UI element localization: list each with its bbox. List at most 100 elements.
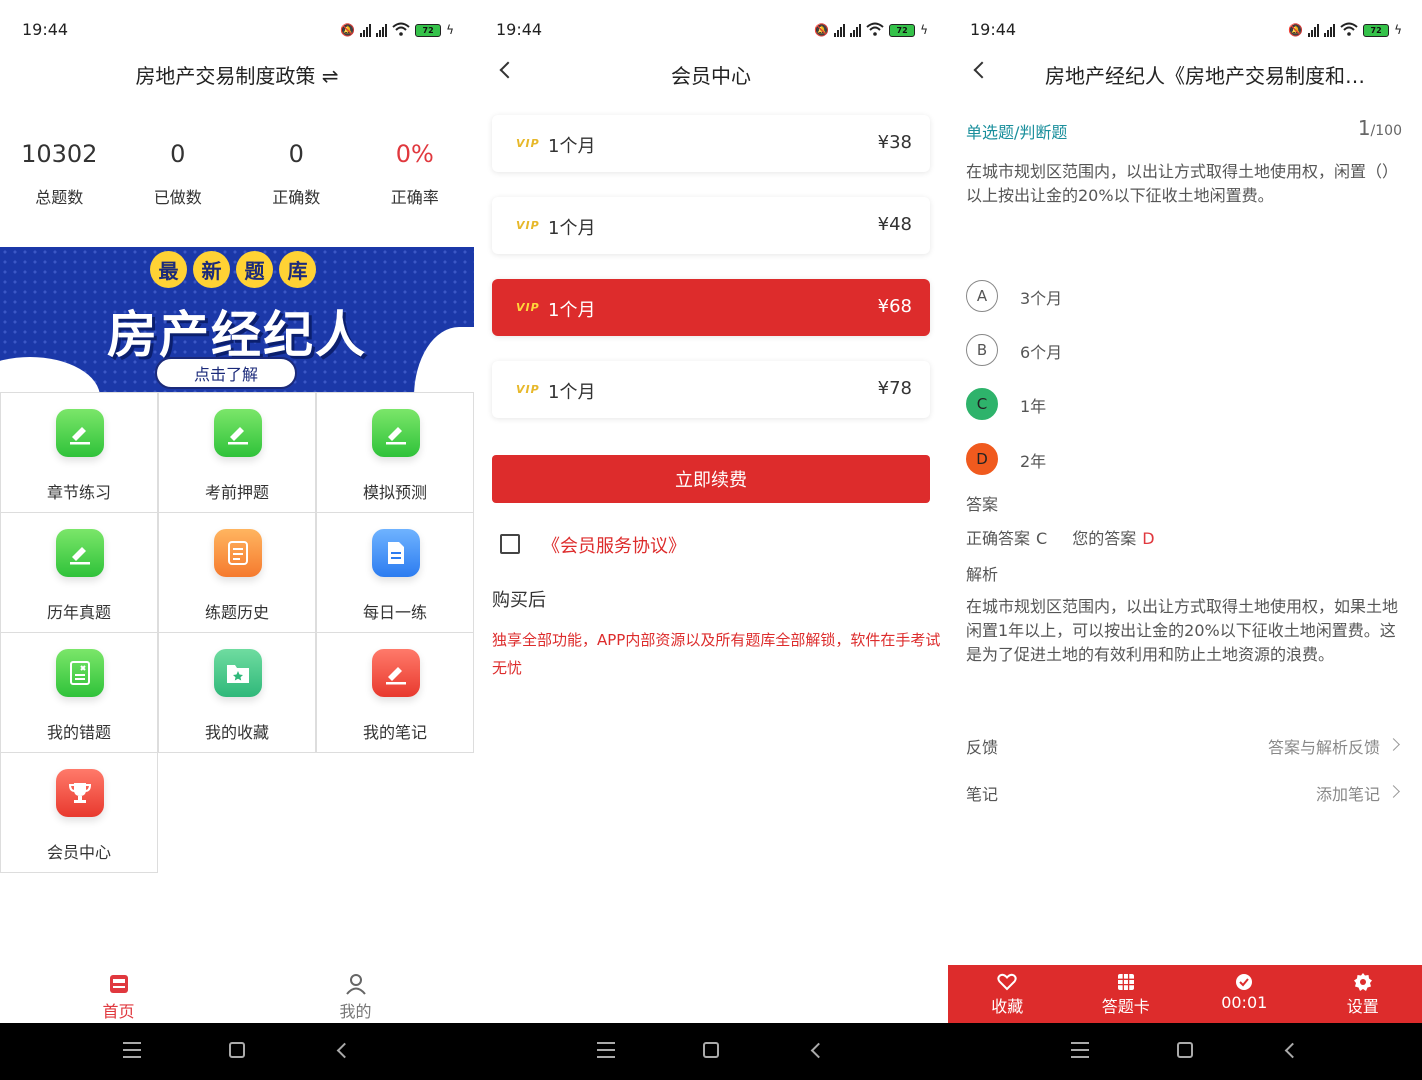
answer-card-label: 答题卡 <box>1101 997 1150 1016</box>
tab-home[interactable]: 首页 <box>0 960 237 1022</box>
stat-value: 0 <box>288 140 304 168</box>
feedback-row[interactable]: 反馈 答案与解析反馈 <box>966 730 1402 760</box>
plan-price: ¥38 <box>877 132 912 153</box>
vip-badge: VIP <box>516 137 540 150</box>
tab-mine[interactable]: 我的 <box>237 960 474 1022</box>
question-text: 在城市规划区范围内，以出让方式取得土地使用权，闲置（）以上按出让金的20%以下征… <box>966 162 1399 205</box>
grid-item-label: 考前押题 <box>204 483 269 502</box>
question-total: /100 <box>1370 123 1402 139</box>
plan-option-selected[interactable]: VIP 1个月 ¥68 <box>492 279 930 336</box>
document-icon <box>372 529 420 577</box>
wifi-icon <box>1340 22 1358 39</box>
answer-line: 正确答案 C 您的答案 D <box>966 525 1155 549</box>
home-icon[interactable] <box>703 1042 719 1058</box>
add-note-link: 添加笔记 <box>1315 785 1380 804</box>
plan-name: 1个月 <box>548 382 596 403</box>
plan-price: ¥48 <box>877 214 912 235</box>
wrong-book-icon <box>56 649 104 697</box>
banner-badge: 新 <box>193 251 230 288</box>
recent-apps-icon[interactable] <box>1071 1042 1089 1063</box>
home-icon[interactable] <box>1177 1042 1193 1058</box>
question-header: 房地产经纪人《房地产交易制度和… <box>948 48 1422 98</box>
note-row[interactable]: 笔记 添加笔记 <box>966 777 1402 807</box>
option-letter: A <box>966 280 998 312</box>
grid-item-notes[interactable]: 我的笔记 <box>316 633 474 753</box>
grid-item-mock-test[interactable]: 模拟预测 <box>316 393 474 513</box>
grid-item-past-exams[interactable]: 历年真题 <box>0 513 158 633</box>
plan-option[interactable]: VIP 1个月 ¥38 <box>492 115 930 172</box>
option-letter: D <box>966 443 998 475</box>
answer-card-button[interactable]: 答题卡 <box>1067 965 1186 1023</box>
timer-button[interactable]: 00:01 <box>1185 965 1304 1023</box>
home-header: 房地产交易制度政策 ⇌ <box>0 48 474 98</box>
stat-label: 总题数 <box>35 188 84 207</box>
answer-label: 答案 <box>966 495 999 514</box>
grid-item-wrong-questions[interactable]: 我的错题 <box>0 633 158 753</box>
plan-name: 1个月 <box>548 218 596 239</box>
charging-icon: ϟ <box>1394 23 1402 37</box>
heart-icon <box>948 971 1067 993</box>
correct-answer-label: 正确答案 <box>966 529 1031 548</box>
back-icon[interactable] <box>1284 1042 1301 1059</box>
grid-item-label: 模拟预测 <box>362 483 427 502</box>
plan-option[interactable]: VIP 1个月 ¥48 <box>492 197 930 254</box>
stats-row: 10302 总题数 0 已做数 0 正确数 0% 正确率 <box>0 140 474 208</box>
back-icon[interactable] <box>336 1042 353 1059</box>
subject-switcher[interactable]: 房地产交易制度政策 ⇌ <box>0 60 474 89</box>
grid-item-label: 章节练习 <box>46 483 111 502</box>
recent-apps-icon[interactable] <box>123 1042 141 1063</box>
grid-item-daily[interactable]: 每日一练 <box>316 513 474 633</box>
star-folder-icon <box>214 649 262 697</box>
battery-icon: 72 <box>415 23 442 37</box>
feedback-label: 反馈 <box>966 738 999 757</box>
status-icons: 🔕 72 ϟ <box>340 20 454 40</box>
page-title: 房地产经纪人《房地产交易制度和… <box>1045 64 1365 88</box>
promo-banner[interactable]: 最 新 题 库 房产经纪人 点击了解 <box>0 247 474 392</box>
agreement-link[interactable]: 《会员服务协议》 <box>542 532 686 558</box>
after-purchase-label: 购买后 <box>492 590 546 611</box>
option-letter: B <box>966 334 998 366</box>
agreement-checkbox[interactable] <box>500 534 520 554</box>
bottom-tab-bar: 首页 我的 <box>0 960 474 1022</box>
status-icons: 🔕 72 ϟ <box>1288 20 1402 40</box>
member-header: 会员中心 <box>474 48 948 98</box>
mute-bell-icon: 🔕 <box>814 23 830 37</box>
mute-bell-icon: 🔕 <box>1288 23 1304 37</box>
settings-button[interactable]: 设置 <box>1304 965 1422 1023</box>
question-action-bar: 收藏 答题卡 00:01 设置 <box>948 965 1422 1023</box>
status-icons: 🔕 72 ϟ <box>814 20 928 40</box>
grid-item-member-center[interactable]: 会员中心 <box>0 753 158 873</box>
after-purchase-text: 独享全部功能，APP内部资源以及所有题库全部解锁，软件在手考试无忧 <box>492 631 941 677</box>
banner-learn-more-button[interactable]: 点击了解 <box>155 357 297 389</box>
page-title: 会员中心 <box>671 64 751 88</box>
plan-name: 1个月 <box>548 136 596 157</box>
renew-button[interactable]: 立即续费 <box>492 455 930 503</box>
grid-item-pre-exam[interactable]: 考前押题 <box>158 393 316 513</box>
vip-badge: VIP <box>516 219 540 232</box>
option-text: 3个月 <box>1020 289 1063 308</box>
option-text: 2年 <box>1020 452 1047 471</box>
banner-badge: 题 <box>236 251 273 288</box>
favorite-button[interactable]: 收藏 <box>948 965 1067 1023</box>
recent-apps-icon[interactable] <box>597 1042 615 1063</box>
plan-price: ¥68 <box>877 296 912 317</box>
analysis-text: 在城市规划区范围内，以出让方式取得土地使用权，如果土地闲置1年以上，可以按出让金… <box>966 597 1399 664</box>
grid-item-history[interactable]: 练题历史 <box>158 513 316 633</box>
grid-card-icon <box>1067 971 1186 993</box>
system-nav-bar <box>474 1023 948 1080</box>
wifi-icon <box>392 22 410 39</box>
grid-item-favorites[interactable]: 我的收藏 <box>158 633 316 753</box>
your-answer-value: D <box>1142 529 1155 548</box>
history-icon <box>214 529 262 577</box>
wifi-icon <box>866 22 884 39</box>
grid-item-chapter-practice[interactable]: 章节练习 <box>0 393 158 513</box>
trophy-icon <box>56 769 104 817</box>
plan-option[interactable]: VIP 1个月 ¥78 <box>492 361 930 418</box>
grid-item-label: 我的收藏 <box>204 723 269 742</box>
feedback-link: 答案与解析反馈 <box>1267 738 1380 757</box>
banner-badges: 最 新 题 库 <box>150 251 316 288</box>
back-icon[interactable] <box>810 1042 827 1059</box>
home-icon[interactable] <box>229 1042 245 1058</box>
timer-label: 00:01 <box>1221 993 1268 1012</box>
plan-price: ¥78 <box>877 378 912 399</box>
